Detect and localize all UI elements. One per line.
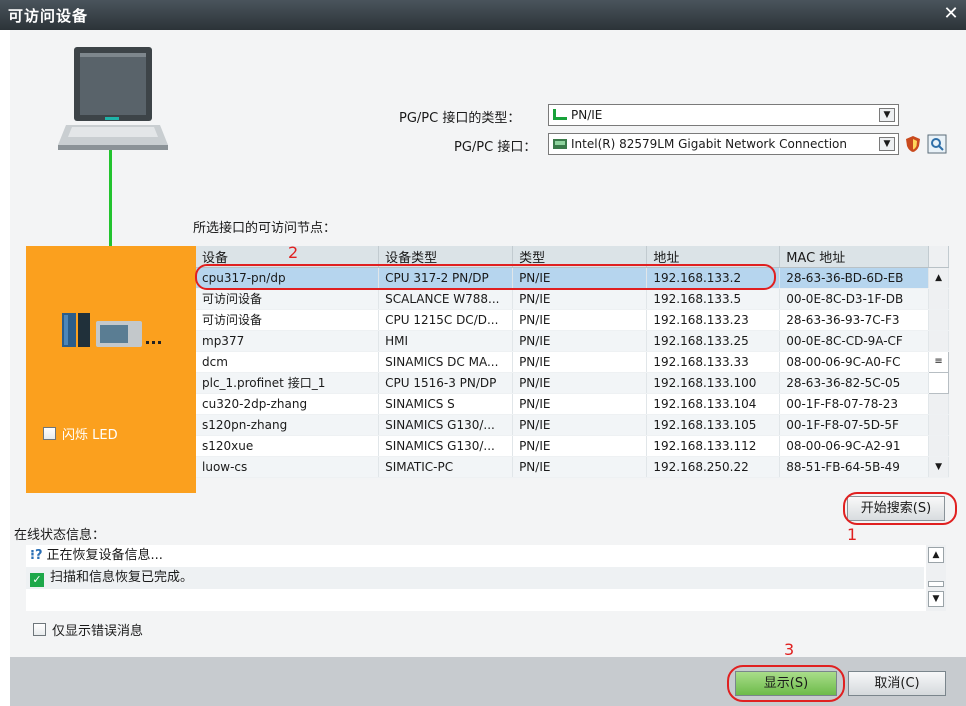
device-station-icon bbox=[62, 313, 161, 347]
nodes-label: 所选接口的可访问节点： bbox=[193, 221, 337, 236]
laptop-icon bbox=[58, 47, 168, 150]
scroll-down-icon[interactable]: ▼ bbox=[928, 591, 944, 607]
scrollbar-track[interactable] bbox=[928, 309, 949, 331]
scrollbar-corner bbox=[928, 246, 949, 268]
properties-icon[interactable] bbox=[927, 134, 947, 154]
only-errors-label: 仅显示错误消息 bbox=[52, 624, 144, 639]
status-label: 在线状态信息： bbox=[14, 528, 106, 543]
cancel-button[interactable]: 取消(C) bbox=[848, 671, 946, 696]
table-row[interactable]: s120xue SINAMICS G130/... PN/IE 192.168.133… bbox=[196, 435, 949, 457]
table-row[interactable]: plc_1.profinet 接口_1 CPU 1516-3 PN/DP PN/IE… bbox=[196, 371, 949, 394]
scrollbar-thumb[interactable] bbox=[928, 581, 944, 587]
table-row[interactable]: luow-cs SIMATIC-PC PN/IE 192.168.250.22 88-5… bbox=[196, 456, 949, 478]
table-row[interactable]: dcm SINAMICS DC MA... PN/IE 192.168.133.33 0… bbox=[196, 350, 949, 373]
scroll-up-icon[interactable]: ▲ bbox=[928, 267, 949, 289]
scrollbar-track[interactable] bbox=[928, 393, 949, 415]
status-message: ⁝? 正在恢复设备信息... bbox=[26, 545, 924, 567]
table-row[interactable]: mp377 HMI PN/IE 192.168.133.25 00-0E-8C-CD-9… bbox=[196, 330, 949, 352]
annotation-number-2: 2 bbox=[288, 243, 299, 262]
info-icon: ⁝? bbox=[30, 548, 43, 563]
window-title: 可访问设备 bbox=[8, 7, 89, 25]
close-icon[interactable]: ✕ bbox=[940, 3, 962, 25]
scrollbar-track[interactable] bbox=[928, 435, 949, 457]
annotation-oval-1 bbox=[843, 492, 957, 525]
annotation-number-1: 1 bbox=[847, 525, 858, 544]
chevron-down-icon[interactable]: ▼ bbox=[879, 137, 895, 151]
interface-type-label: PG/PC 接口的类型： bbox=[399, 111, 521, 126]
flash-led-label: 闪烁 LED bbox=[62, 428, 118, 443]
check-icon: ✓ bbox=[30, 573, 44, 587]
scrollbar-track[interactable] bbox=[928, 414, 949, 436]
scrollbar-thumb[interactable]: ≡ bbox=[928, 350, 949, 373]
annotation-oval-2 bbox=[195, 264, 776, 290]
scrollbar-track[interactable] bbox=[928, 288, 949, 310]
scrollbar-thumb[interactable] bbox=[928, 371, 949, 394]
only-errors-checkbox[interactable] bbox=[33, 623, 46, 636]
scroll-up-icon[interactable]: ▲ bbox=[928, 547, 944, 563]
flash-led-checkbox[interactable] bbox=[43, 427, 56, 440]
status-scrollbar[interactable]: ▲ ▼ bbox=[926, 545, 946, 611]
table-row[interactable]: cu320-2dp-zhang SINAMICS S PN/IE 192.168.13… bbox=[196, 393, 949, 415]
title-bar: 可访问设备 ✕ bbox=[0, 0, 966, 30]
table-row[interactable]: s120pn-zhang SINAMICS G130/... PN/IE 192.16… bbox=[196, 414, 949, 436]
status-list: ⁝? 正在恢复设备信息... ✓ 扫描和信息恢复已完成。 ▲ ▼ bbox=[26, 545, 946, 611]
col-mac[interactable]: MAC 地址 bbox=[779, 246, 930, 268]
network-icon bbox=[553, 109, 567, 120]
scrollbar-track[interactable] bbox=[928, 330, 949, 352]
table-row[interactable]: 可访问设备 CPU 1215C DC/D... PN/IE 192.168.133.2… bbox=[196, 309, 949, 331]
status-message: ✓ 扫描和信息恢复已完成。 bbox=[26, 567, 924, 589]
interface-select[interactable]: Intel(R) 82579LM Gigabit Network Connect… bbox=[548, 133, 899, 155]
interface-label: PG/PC 接口： bbox=[454, 140, 537, 155]
annotation-number-3: 3 bbox=[784, 640, 795, 659]
scroll-down-icon[interactable]: ▼ bbox=[928, 456, 949, 478]
annotation-oval-3 bbox=[727, 665, 845, 702]
shield-icon[interactable] bbox=[905, 135, 921, 153]
device-panel bbox=[26, 246, 196, 493]
interface-type-select[interactable]: PN/IE ▼ bbox=[548, 104, 899, 126]
table-row[interactable]: 可访问设备 SCALANCE W788... PN/IE 192.168.133.5 0… bbox=[196, 288, 949, 310]
chevron-down-icon[interactable]: ▼ bbox=[879, 108, 895, 122]
nic-icon bbox=[553, 139, 567, 149]
